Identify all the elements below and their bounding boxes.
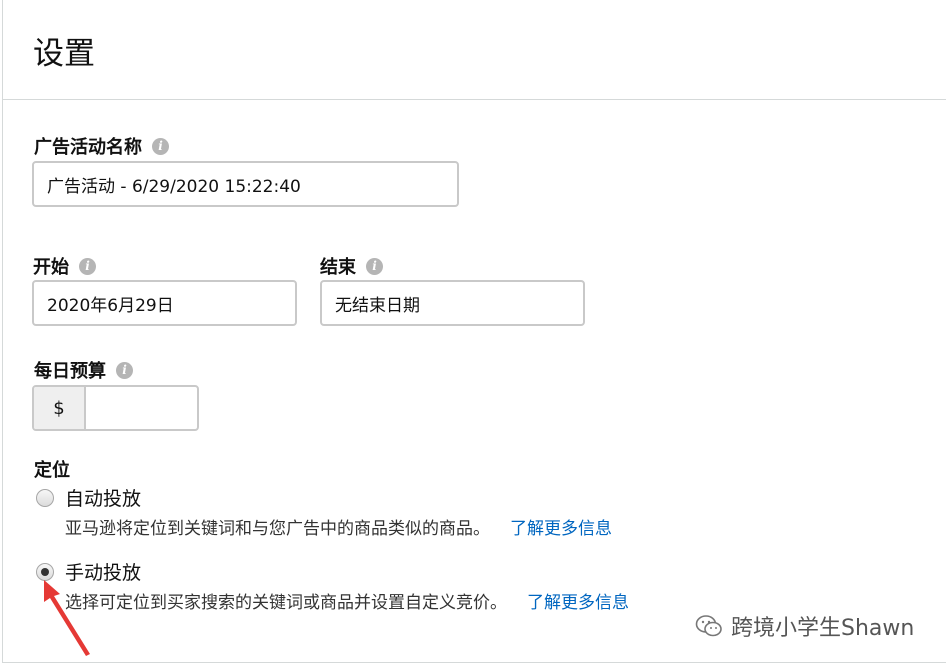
watermark: 跨境小学生Shawn — [695, 610, 914, 642]
annotation-arrow-icon — [44, 580, 90, 656]
campaign-name-label-text: 广告活动名称 — [34, 137, 142, 158]
daily-budget-input-group: $ — [32, 385, 199, 431]
auto-targeting-description: 亚马逊将定位到关键词和与您广告中的商品类似的商品。 — [65, 519, 490, 539]
page-title: 设置 — [33, 36, 95, 72]
info-icon[interactable]: i — [152, 137, 169, 155]
auto-targeting-option[interactable]: 自动投放 — [36, 484, 141, 511]
settings-panel: 设置 — [2, 0, 946, 663]
auto-targeting-label: 自动投放 — [65, 488, 142, 510]
info-icon[interactable]: i — [116, 361, 133, 379]
radio-selected-dot — [41, 567, 49, 576]
auto-targeting-description-row: 亚马逊将定位到关键词和与您广告中的商品类似的商品。 了解更多信息 — [65, 514, 612, 539]
manual-targeting-description: 选择可定位到买家搜索的关键词或商品并设置自定义竞价。 — [65, 593, 507, 613]
start-date-input[interactable]: 2020年6月29日 — [32, 280, 297, 326]
daily-budget-input[interactable] — [86, 387, 197, 429]
info-icon[interactable]: i — [79, 257, 96, 275]
watermark-text: 跨境小学生Shawn — [731, 616, 915, 641]
wechat-icon — [695, 615, 722, 637]
end-label-text: 结束 — [320, 257, 356, 278]
end-label: 结束 i — [320, 253, 383, 279]
targeting-label-text: 定位 — [34, 460, 70, 481]
daily-budget-label-text: 每日预算 — [34, 361, 106, 382]
manual-learn-more-link[interactable]: 了解更多信息 — [527, 588, 629, 613]
end-date-input[interactable]: 无结束日期 — [320, 280, 585, 326]
campaign-name-label: 广告活动名称 i — [34, 133, 169, 159]
auto-learn-more-link[interactable]: 了解更多信息 — [510, 514, 612, 539]
targeting-label: 定位 — [34, 456, 70, 482]
auto-targeting-radio[interactable] — [36, 488, 54, 507]
settings-header: 设置 — [3, 0, 946, 100]
start-label-text: 开始 — [33, 257, 69, 278]
currency-prefix: $ — [34, 387, 86, 429]
info-icon[interactable]: i — [366, 257, 383, 275]
daily-budget-label: 每日预算 i — [34, 357, 133, 383]
manual-targeting-description-row: 选择可定位到买家搜索的关键词或商品并设置自定义竞价。 了解更多信息 — [65, 588, 629, 613]
start-label: 开始 i — [33, 253, 96, 279]
campaign-name-input[interactable]: 广告活动 - 6/29/2020 15:22:40 — [32, 161, 459, 207]
